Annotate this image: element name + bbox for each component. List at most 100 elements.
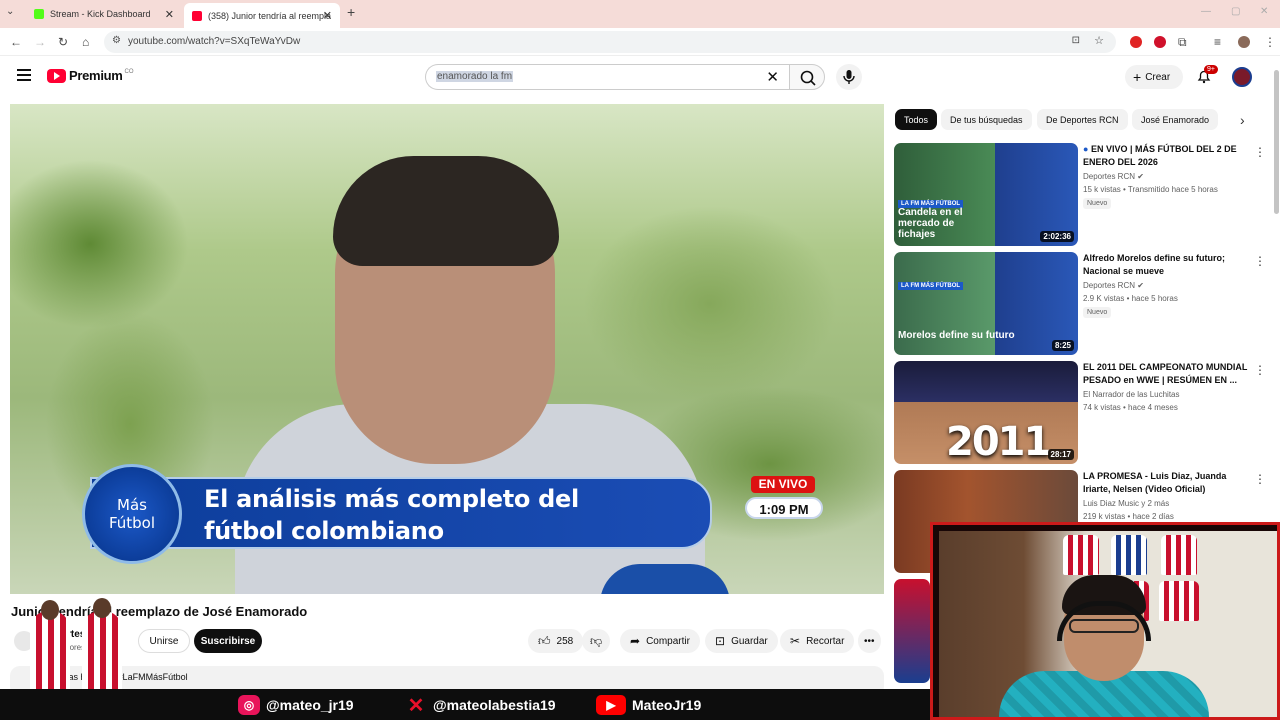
video-thumbnail[interactable]: [894, 579, 930, 683]
search-button[interactable]: [789, 64, 825, 90]
account-avatar[interactable]: [1232, 67, 1252, 87]
more-options-icon[interactable]: ⋮: [1254, 145, 1266, 159]
subscribe-button[interactable]: Suscribirse: [194, 629, 262, 653]
recommendation-channel[interactable]: Luis Diaz Music y 2 más: [1083, 499, 1169, 508]
back-icon[interactable]: ←: [10, 35, 22, 49]
youtube-handle: ▶ MateoJr19: [596, 695, 701, 715]
notifications-badge: 9+: [1204, 65, 1218, 74]
live-badge: EN VIVO: [751, 476, 815, 493]
recommendation-channel[interactable]: El Narrador de las Luchitas: [1083, 390, 1180, 399]
reading-list-icon[interactable]: ≡: [1214, 35, 1221, 49]
new-badge: Nuevo: [1083, 198, 1112, 209]
extension-icon[interactable]: [1130, 36, 1142, 48]
search-value: enamorado la fm: [436, 71, 514, 82]
search-input[interactable]: enamorado la fm ✕: [425, 64, 789, 90]
reload-icon[interactable]: ↻: [58, 35, 68, 49]
recommendation-channel[interactable]: Deportes RCN ✔: [1083, 281, 1144, 290]
youtube-favicon-icon: [192, 10, 202, 21]
tab-kick-dashboard[interactable]: Stream - Kick Dashboard ✕: [26, 3, 182, 25]
recommendation-item[interactable]: 2011 28:17 EL 2011 DEL CAMPEONATO MUNDIA…: [894, 361, 1274, 465]
more-actions-button[interactable]: •••: [858, 629, 881, 653]
stream-social-bar: ◎ @mateo_jr19 ✕ @mateolabestia19 ▶ Mateo…: [0, 689, 930, 720]
menu-hamburger-icon[interactable]: [17, 69, 31, 84]
tab-youtube-video[interactable]: (358) Junior tendría al reempla ✕: [184, 3, 340, 28]
thumbnail-caption: Morelos define su futuro: [898, 330, 1015, 341]
dislike-button[interactable]: 👎︎: [582, 629, 611, 653]
profile-avatar[interactable]: [1238, 36, 1250, 48]
save-button[interactable]: ⊡ Guardar: [705, 629, 778, 653]
verified-icon: ✔: [1137, 172, 1144, 181]
chip-de-deportes-rcn[interactable]: De Deportes RCN: [1037, 109, 1128, 130]
logo-line1: Más: [117, 496, 147, 514]
forward-icon[interactable]: →: [34, 35, 46, 49]
tab-search-icon[interactable]: ⌄: [6, 6, 20, 20]
close-tab-icon[interactable]: ✕: [323, 9, 332, 22]
extension-icon[interactable]: [1154, 36, 1166, 48]
like-button[interactable]: 👍︎ 258: [528, 629, 584, 653]
x-handle: ✕ @mateolabestia19: [405, 695, 556, 717]
chip-todos[interactable]: Todos: [895, 109, 938, 130]
home-icon[interactable]: ⌂: [82, 35, 89, 49]
thumbs-up-icon: 👍︎: [538, 633, 551, 648]
address-bar: ← → ↻ ⌂ ⚙ youtube.com/watch?v=SXqTeWaYvD…: [0, 28, 1280, 56]
minimize-icon[interactable]: —: [1201, 6, 1211, 17]
new-badge: Nuevo: [1083, 307, 1112, 318]
page-scrollbar[interactable]: [1274, 70, 1279, 214]
share-icon: ➦: [630, 634, 641, 648]
thumbnail-tag: LA FM MÁS FÚTBOL: [898, 282, 964, 290]
clip-label: Recortar: [806, 635, 845, 647]
share-button[interactable]: ➦ Compartir: [620, 629, 700, 653]
chip-de-tus-busquedas[interactable]: De tus búsquedas: [941, 109, 1032, 130]
video-player[interactable]: El análisis más completo del fútbol colo…: [10, 104, 884, 594]
voice-search-button[interactable]: [836, 64, 862, 90]
thumbnail-caption: Candela en el mercado de fichajes: [898, 207, 963, 240]
install-icon[interactable]: ⊡: [1072, 35, 1080, 46]
url-field[interactable]: ⚙ youtube.com/watch?v=SXqTeWaYvDw ⊡ ☆: [104, 31, 1116, 53]
browser-menu-icon[interactable]: ⋮: [1264, 35, 1276, 49]
bookmark-star-icon[interactable]: ☆: [1094, 34, 1104, 47]
chip-jose-enamorado[interactable]: José Enamorado: [1132, 109, 1219, 130]
chevron-right-icon[interactable]: ›: [1240, 112, 1245, 128]
more-options-icon[interactable]: ⋮: [1254, 472, 1266, 486]
tab-label: (358) Junior tendría al reempla: [208, 10, 332, 21]
bookmark-icon: ⊡: [715, 634, 726, 648]
youtube-text: MateoJr19: [632, 697, 702, 713]
video-thumbnail[interactable]: LA FM MÁS FÚTBOL Candela en el mercado d…: [894, 143, 1078, 246]
youtube-header: Premium CO enamorado la fm ✕ + Crear 9+: [0, 56, 1280, 100]
more-options-icon[interactable]: ⋮: [1254, 254, 1266, 268]
instagram-icon: ◎: [238, 695, 260, 715]
video-duration: 8:25: [1051, 340, 1074, 351]
logo-premium-text: Premium: [69, 68, 123, 83]
video-duration: 28:17: [1047, 449, 1074, 460]
maximize-icon[interactable]: ▢: [1231, 6, 1240, 17]
recommendation-title: Alfredo Morelos define su futuro; Nacion…: [1083, 253, 1226, 276]
close-tab-icon[interactable]: ✕: [165, 8, 174, 21]
join-button[interactable]: Unirse: [138, 629, 190, 653]
recommendation-meta: 219 k vistas • hace 2 días: [1083, 512, 1174, 521]
more-options-icon[interactable]: ⋮: [1254, 363, 1266, 377]
new-tab-icon[interactable]: +: [347, 4, 355, 20]
recommendation-meta: 74 k vistas • hace 4 meses: [1083, 403, 1178, 412]
share-label: Compartir: [646, 635, 690, 647]
youtube-logo[interactable]: Premium CO: [47, 68, 134, 83]
thumbs-down-icon: 👎︎: [590, 633, 603, 648]
youtube-play-icon: [47, 68, 66, 83]
video-thumbnail[interactable]: 2011 28:17: [894, 361, 1078, 464]
video-thumbnail[interactable]: LA FM MÁS FÚTBOL Morelos define su futur…: [894, 252, 1078, 355]
extensions-puzzle-icon[interactable]: ⧉: [1178, 35, 1187, 50]
verified-icon: ✔: [1137, 281, 1144, 290]
plus-icon: +: [1133, 69, 1142, 85]
recommendation-item[interactable]: LA FM MÁS FÚTBOL Morelos define su futur…: [894, 252, 1274, 356]
clear-search-icon[interactable]: ✕: [766, 68, 779, 86]
recommendation-item[interactable]: LA FM MÁS FÚTBOL Candela en el mercado d…: [894, 143, 1274, 247]
close-window-icon[interactable]: ✕: [1260, 6, 1268, 17]
mic-icon: [843, 70, 855, 84]
save-label: Guardar: [731, 635, 768, 647]
recommendation-meta: 2.9 K vistas • hace 5 horas: [1083, 294, 1178, 303]
recommendation-channel[interactable]: Deportes RCN ✔: [1083, 172, 1144, 181]
create-button[interactable]: + Crear: [1125, 65, 1183, 89]
live-dot-icon: ●: [1083, 144, 1091, 154]
site-info-icon[interactable]: ⚙: [112, 35, 121, 46]
clip-button[interactable]: ✂ Recortar: [780, 629, 855, 653]
logo-country-code: CO: [124, 68, 134, 75]
